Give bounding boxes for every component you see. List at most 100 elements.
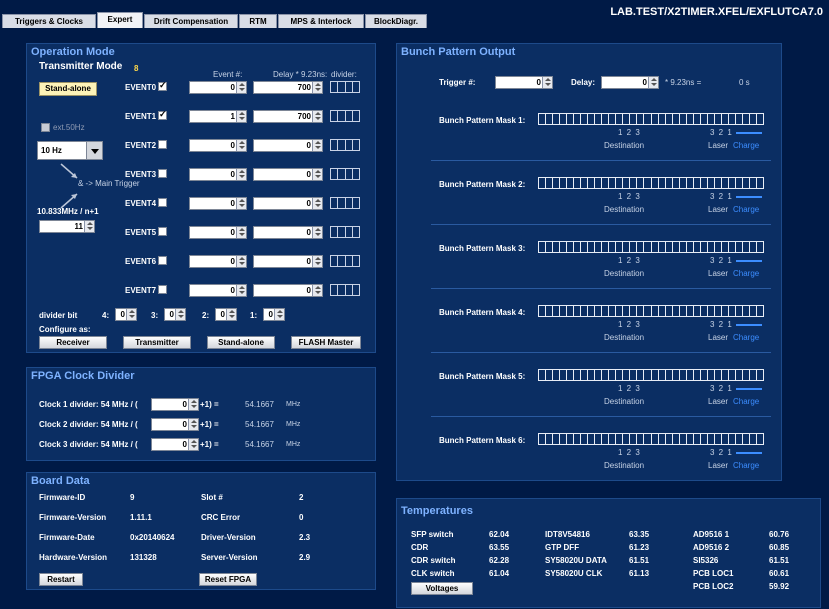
mask-bit[interactable] <box>616 242 624 252</box>
mask-bit[interactable] <box>546 178 554 188</box>
spinner-arrows-icon[interactable] <box>175 309 185 320</box>
tab-triggers-clocks[interactable]: Triggers & Clocks <box>2 14 96 28</box>
mask-bit[interactable] <box>602 242 610 252</box>
mask-bit[interactable] <box>588 178 596 188</box>
delay-spinner[interactable]: 0 <box>601 76 659 89</box>
mask-bit[interactable] <box>574 370 582 380</box>
event-divider-boxes[interactable] <box>330 197 360 209</box>
mask-bit[interactable] <box>708 370 715 380</box>
mask-bit[interactable] <box>637 434 645 444</box>
delay-spinner[interactable]: 0 <box>253 168 323 181</box>
mask-bit[interactable] <box>623 178 631 188</box>
mask-bit[interactable] <box>630 306 638 316</box>
divider-cell[interactable] <box>338 140 346 150</box>
bunch-pattern-mask-bits[interactable] <box>538 241 764 253</box>
mask-bit[interactable] <box>630 434 638 444</box>
mask-bit[interactable] <box>595 370 603 380</box>
mask-bit[interactable] <box>680 306 687 316</box>
spinner-arrows-icon[interactable] <box>648 77 658 88</box>
mask-bit[interactable] <box>701 114 708 124</box>
n-divider-spinner[interactable]: 11 <box>39 220 95 233</box>
divider-cell[interactable] <box>346 256 353 266</box>
mask-bit[interactable] <box>680 178 687 188</box>
mask-bit[interactable] <box>673 370 680 380</box>
mask-bit[interactable] <box>729 370 736 380</box>
mask-bit[interactable] <box>630 370 638 380</box>
event-checkbox[interactable] <box>158 227 167 236</box>
mask-bit[interactable] <box>588 114 596 124</box>
restart-button[interactable]: Restart <box>39 573 83 586</box>
mask-bit[interactable] <box>616 434 624 444</box>
divider-cell[interactable] <box>346 227 353 237</box>
divider-cell[interactable] <box>353 82 359 92</box>
mask-bit[interactable] <box>574 242 582 252</box>
delay-spinner[interactable]: 0 <box>253 139 323 152</box>
spinner-arrows-icon[interactable] <box>312 285 322 296</box>
delay-spinner[interactable]: 0 <box>253 197 323 210</box>
tab-expert[interactable]: Expert <box>97 12 143 28</box>
mask-bit[interactable] <box>560 178 568 188</box>
mask-bit[interactable] <box>666 178 673 188</box>
mask-bit[interactable] <box>708 242 715 252</box>
mask-bit[interactable] <box>588 434 596 444</box>
event-divider-boxes[interactable] <box>330 139 360 151</box>
mask-bit[interactable] <box>729 306 736 316</box>
mask-bit[interactable] <box>708 114 715 124</box>
mask-bit[interactable] <box>560 114 568 124</box>
divider-cell[interactable] <box>331 256 339 266</box>
mask-bit[interactable] <box>666 370 673 380</box>
flash-master-button[interactable]: FLASH Master <box>291 336 361 349</box>
mask-bit[interactable] <box>736 370 743 380</box>
mask-bit[interactable] <box>729 178 736 188</box>
spinner-arrows-icon[interactable] <box>312 82 322 93</box>
delay-spinner[interactable]: 700 <box>253 81 323 94</box>
mask-bit[interactable] <box>729 242 736 252</box>
mask-bit[interactable] <box>560 370 568 380</box>
mask-bit[interactable] <box>750 306 757 316</box>
event-divider-boxes[interactable] <box>330 168 360 180</box>
event-checkbox[interactable] <box>158 80 167 91</box>
mask-bit[interactable] <box>644 306 652 316</box>
mask-bit[interactable] <box>539 434 547 444</box>
event-number-spinner[interactable]: 1 <box>189 110 247 123</box>
tab-drift-compensation[interactable]: Drift Compensation <box>144 14 238 28</box>
mask-bit[interactable] <box>546 434 554 444</box>
clock-divider-spinner[interactable]: 0 <box>151 438 199 451</box>
mask-bit[interactable] <box>567 114 575 124</box>
spinner-arrows-icon[interactable] <box>236 227 246 238</box>
mask-bit[interactable] <box>666 434 673 444</box>
spinner-arrows-icon[interactable] <box>236 198 246 209</box>
mask-bit[interactable] <box>708 178 715 188</box>
mask-bit[interactable] <box>595 178 603 188</box>
mask-bit[interactable] <box>736 434 743 444</box>
bunch-pattern-mask-bits[interactable] <box>538 369 764 381</box>
mask-bit[interactable] <box>757 306 763 316</box>
delay-spinner[interactable]: 0 <box>253 255 323 268</box>
mask-bit[interactable] <box>708 306 715 316</box>
mask-bit[interactable] <box>644 370 652 380</box>
mask-bit[interactable] <box>602 114 610 124</box>
mask-bit[interactable] <box>708 434 715 444</box>
tab-mps-interlock[interactable]: MPS & Interlock <box>278 14 364 28</box>
mask-bit[interactable] <box>616 178 624 188</box>
mask-bit[interactable] <box>574 306 582 316</box>
delay-spinner[interactable]: 0 <box>253 226 323 239</box>
mask-bit[interactable] <box>623 114 631 124</box>
divider-cell[interactable] <box>331 82 339 92</box>
spinner-arrows-icon[interactable] <box>312 256 322 267</box>
mask-bit[interactable] <box>581 434 589 444</box>
mask-bit[interactable] <box>630 114 638 124</box>
mask-bit[interactable] <box>539 306 547 316</box>
mask-bit[interactable] <box>743 434 750 444</box>
divider-cell[interactable] <box>346 82 353 92</box>
mask-bit[interactable] <box>637 370 645 380</box>
mask-bit[interactable] <box>659 306 666 316</box>
event-checkbox[interactable] <box>158 109 167 120</box>
spinner-arrows-icon[interactable] <box>226 309 236 320</box>
mask-bit[interactable] <box>757 370 763 380</box>
divider-cell[interactable] <box>331 169 339 179</box>
mask-bit[interactable] <box>743 242 750 252</box>
spinner-arrows-icon[interactable] <box>312 169 322 180</box>
mask-bit[interactable] <box>701 178 708 188</box>
mask-bit[interactable] <box>567 178 575 188</box>
